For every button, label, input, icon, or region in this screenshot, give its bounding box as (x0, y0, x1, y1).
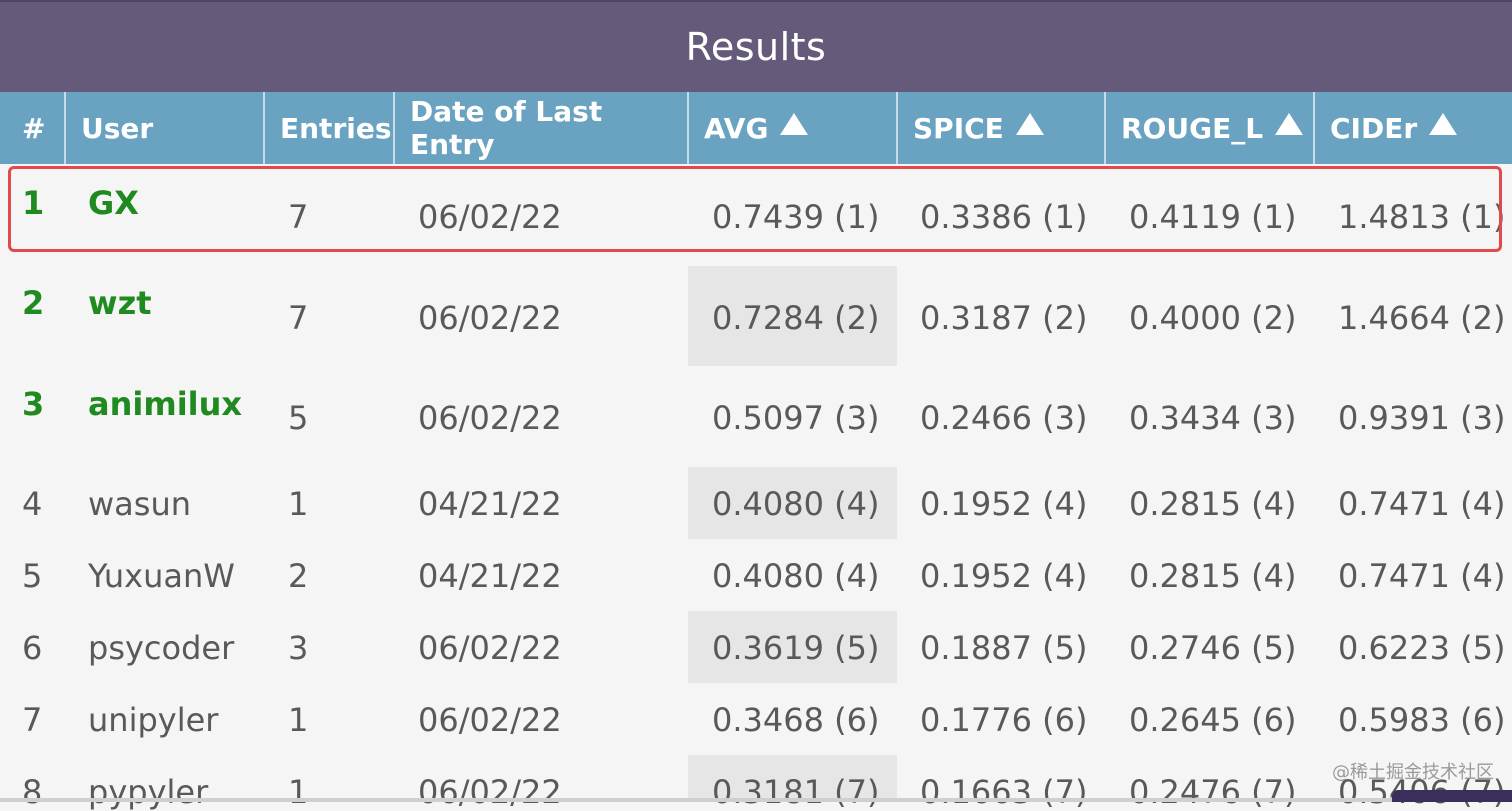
results-table-header: # User Entries Date of Last Entry AVG SP… (0, 92, 1512, 164)
entries-cell: 5 (288, 399, 309, 437)
avg-cell: 0.5097 (3) (712, 399, 880, 437)
spice-cell: 0.3187 (2) (920, 299, 1088, 337)
entries-cell: 1 (288, 701, 309, 739)
avg-cell: 0.3181 (7) (712, 773, 880, 811)
column-header-rouge-label: ROUGE_L (1121, 111, 1264, 145)
column-header-rank-label: # (22, 111, 46, 145)
column-header-date[interactable]: Date of Last Entry (395, 92, 689, 164)
date-cell: 06/02/22 (418, 773, 562, 811)
rouge-cell: 0.2746 (5) (1129, 629, 1297, 667)
table-row[interactable]: 4 wasun 1 04/21/22 0.4080 (4) 0.1952 (4)… (0, 467, 1512, 539)
cider-cell: 0.7471 (4) (1338, 557, 1506, 595)
column-header-avg-label: AVG (704, 111, 769, 145)
column-header-avg[interactable]: AVG (689, 92, 898, 164)
rouge-cell: 0.4000 (2) (1129, 299, 1297, 337)
user-cell: unipyler (88, 701, 219, 739)
sort-ascending-icon (1275, 113, 1304, 135)
bottom-divider (0, 798, 1512, 802)
rouge-cell: 0.2815 (4) (1129, 557, 1297, 595)
sort-ascending-icon (1429, 113, 1458, 135)
column-header-cider[interactable]: CIDEr (1315, 92, 1512, 164)
sort-ascending-icon (1015, 113, 1044, 135)
rouge-cell: 0.2645 (6) (1129, 701, 1297, 739)
table-row[interactable]: 8 pypyler 1 06/02/22 0.3181 (7) 0.1663 (… (0, 755, 1512, 811)
rank-cell: 3 (22, 385, 45, 423)
avg-cell: 0.7284 (2) (712, 299, 880, 337)
rank-cell: 6 (22, 629, 43, 667)
watermark: @稀土掘金技术社区 (1332, 762, 1494, 783)
entries-cell: 2 (288, 557, 309, 595)
table-row[interactable]: 2 wzt 7 06/02/22 0.7284 (2) 0.3187 (2) 0… (0, 266, 1512, 366)
column-header-rouge[interactable]: ROUGE_L (1106, 92, 1315, 164)
rank-cell: 8 (22, 773, 43, 811)
rank-cell: 4 (22, 485, 43, 523)
rouge-cell: 0.2815 (4) (1129, 485, 1297, 523)
entries-cell: 1 (288, 485, 309, 523)
avg-cell: 0.3468 (6) (712, 701, 880, 739)
entries-cell: 7 (288, 299, 309, 337)
cider-cell: 0.6223 (5) (1338, 629, 1506, 667)
table-row[interactable]: 5 YuxuanW 2 04/21/22 0.4080 (4) 0.1952 (… (0, 539, 1512, 611)
results-title: Results (0, 0, 1512, 92)
corner-decoration (1392, 790, 1512, 802)
cider-cell: 0.5983 (6) (1338, 701, 1506, 739)
avg-cell: 0.4080 (4) (712, 557, 880, 595)
rank-cell: 2 (22, 284, 45, 322)
table-row[interactable]: 6 psycoder 3 06/02/22 0.3619 (5) 0.1887 … (0, 611, 1512, 683)
column-header-spice[interactable]: SPICE (898, 92, 1106, 164)
column-header-user[interactable]: User (66, 92, 265, 164)
column-header-spice-label: SPICE (913, 111, 1004, 145)
cider-cell: 0.9391 (3) (1338, 399, 1506, 437)
column-header-entries-label: Entries (280, 111, 392, 145)
spice-cell: 0.1952 (4) (920, 485, 1088, 523)
date-cell: 06/02/22 (418, 399, 562, 437)
table-row[interactable]: 3 animilux 5 06/02/22 0.5097 (3) 0.2466 … (0, 366, 1512, 466)
column-header-entries[interactable]: Entries (265, 92, 395, 164)
rank-cell: 5 (22, 557, 43, 595)
spice-cell: 0.1776 (6) (920, 701, 1088, 739)
user-cell: pypyler (88, 773, 209, 811)
spice-cell: 0.1887 (5) (920, 629, 1088, 667)
user-cell: animilux (88, 385, 243, 423)
avg-cell: 0.4080 (4) (712, 485, 880, 523)
sort-ascending-icon (780, 113, 809, 135)
top-result-highlight (8, 166, 1502, 252)
spice-cell: 0.1663 (7) (920, 773, 1088, 811)
table-row[interactable]: 7 unipyler 1 06/02/22 0.3468 (6) 0.1776 … (0, 683, 1512, 755)
spice-cell: 0.2466 (3) (920, 399, 1088, 437)
rouge-cell: 0.3434 (3) (1129, 399, 1297, 437)
entries-cell: 3 (288, 629, 309, 667)
user-cell: psycoder (88, 629, 235, 667)
date-cell: 06/02/22 (418, 629, 562, 667)
spice-cell: 0.1952 (4) (920, 557, 1088, 595)
column-header-date-label: Date of Last Entry (410, 95, 603, 161)
cider-cell: 0.7471 (4) (1338, 485, 1506, 523)
user-cell: wasun (88, 485, 192, 523)
rouge-cell: 0.2476 (7) (1129, 773, 1297, 811)
date-cell: 06/02/22 (418, 299, 562, 337)
column-header-cider-label: CIDEr (1330, 111, 1418, 145)
user-cell: wzt (88, 284, 152, 322)
entries-cell: 1 (288, 773, 309, 811)
column-header-user-label: User (81, 111, 154, 145)
avg-cell: 0.3619 (5) (712, 629, 880, 667)
date-cell: 04/21/22 (418, 557, 562, 595)
rank-cell: 7 (22, 701, 43, 739)
date-cell: 04/21/22 (418, 485, 562, 523)
user-cell: YuxuanW (88, 557, 235, 595)
column-header-rank[interactable]: # (0, 92, 66, 164)
date-cell: 06/02/22 (418, 701, 562, 739)
cider-cell: 1.4664 (2) (1338, 299, 1506, 337)
